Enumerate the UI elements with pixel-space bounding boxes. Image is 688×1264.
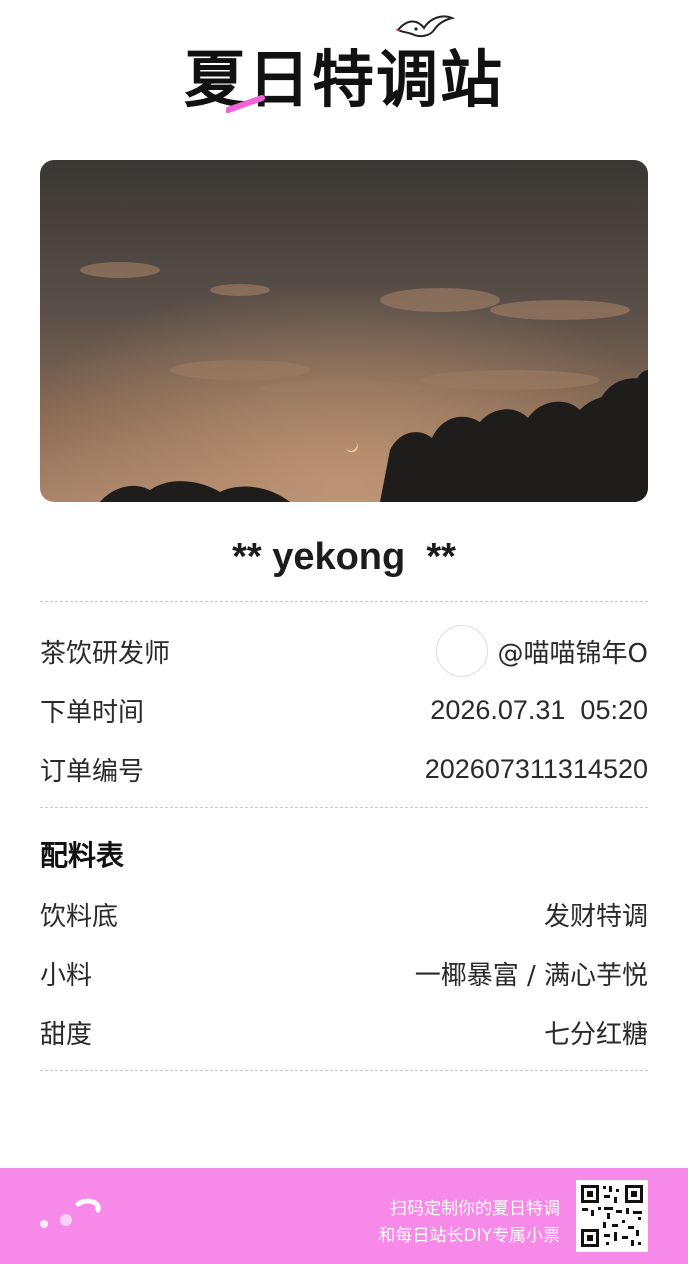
footer-logo-icon [40, 1198, 101, 1228]
sweetness-value: 七分红糖 [543, 1019, 648, 1050]
footer-line-1: 扫码定制你的夏日特调 [390, 1199, 560, 1219]
topping-label: 小料 [40, 960, 93, 991]
sweetness-label: 甜度 [40, 1019, 93, 1050]
brand-logo-text: 夏日特调站 [183, 43, 504, 116]
base-label: 饮料底 [40, 901, 119, 932]
footer-banner: 扫码定制你的夏日特调 和每日站长DIY专属小票 [0, 1168, 688, 1264]
order-time-value: 2026.07.31 05:20 [430, 694, 648, 725]
avatar-icon [435, 625, 488, 677]
divider [40, 1070, 648, 1071]
customer-name: ** yekong ** [232, 536, 456, 578]
sweetness-row: 甜度 七分红糖 [40, 1010, 648, 1054]
logo-accent-stroke [226, 95, 265, 113]
divider [40, 601, 648, 602]
order-time-row: 下单时间 2026.07.31 05:20 [40, 688, 648, 732]
topping-value: 一椰暴富 / 满心芋悦 [414, 960, 648, 991]
order-no-label: 订单编号 [40, 756, 145, 787]
divider [40, 807, 648, 808]
recipe-title: 配料表 [40, 839, 125, 872]
base-row: 饮料底 发财特调 [40, 892, 648, 936]
base-value: 发财特调 [543, 901, 648, 932]
order-no-row: 订单编号 202607311314520 [40, 747, 648, 791]
barista-label: 茶饮研发师 [40, 638, 171, 669]
order-no-value: 202607311314520 [424, 753, 648, 784]
brand-header: 夏日特调站 [0, 0, 688, 140]
order-time-label: 下单时间 [40, 697, 145, 728]
drink-photo [40, 160, 648, 502]
barista-row: 茶饮研发师 @喵喵锦年O [40, 625, 648, 677]
topping-row: 小料 一椰暴富 / 满心芋悦 [40, 951, 648, 995]
footer-line-2: 和每日站长DIY专属小票 [378, 1226, 561, 1246]
qr-code-icon[interactable] [576, 1180, 648, 1252]
footer-text: 扫码定制你的夏日特调 和每日站长DIY专属小票 [379, 1196, 561, 1250]
barista-value: @喵喵锦年O [497, 638, 648, 669]
barista-value-wrap: @喵喵锦年O [435, 625, 648, 677]
